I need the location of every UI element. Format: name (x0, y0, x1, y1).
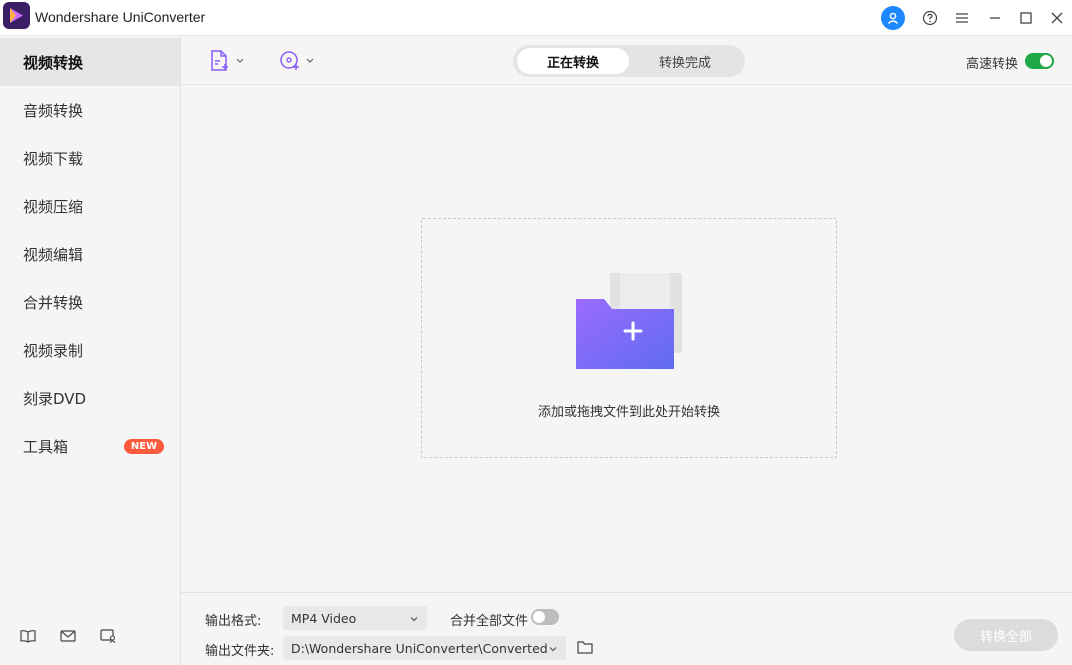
sidebar: 视频转换 音频转换 视频下载 视频压缩 视频编辑 合并转换 视频录制 刻录DVD… (0, 37, 181, 665)
output-format-select[interactable]: MP4 Video (283, 606, 427, 630)
sidebar-item-merge[interactable]: 合并转换 (0, 278, 180, 326)
mail-icon[interactable] (59, 627, 77, 645)
open-folder-icon[interactable] (577, 640, 595, 656)
new-badge: NEW (124, 439, 164, 454)
convert-all-button[interactable]: 转换全部 (954, 619, 1058, 651)
maximize-icon[interactable] (1014, 6, 1038, 30)
sidebar-item-label: 音频转换 (23, 101, 84, 120)
output-folder-select[interactable]: D:\Wondershare UniConverter\Converted (283, 636, 566, 660)
help-icon[interactable] (918, 6, 942, 30)
sidebar-item-burn-dvd[interactable]: 刻录DVD (0, 374, 180, 422)
feedback-icon[interactable] (99, 627, 117, 645)
sidebar-item-label: 合并转换 (23, 293, 84, 312)
account-icon[interactable] (881, 6, 905, 30)
status-tab-group: 正在转换 转换完成 (513, 45, 745, 77)
merge-label: 合并全部文件 (450, 614, 529, 629)
sidebar-item-label: 视频下载 (23, 149, 84, 168)
bottom-bar: 输出格式: MP4 Video 合并全部文件 输出文件夹: D:\Wonders… (181, 592, 1072, 665)
add-dvd-button[interactable] (279, 49, 319, 73)
app-title: Wondershare UniConverter (35, 9, 206, 25)
sidebar-item-label: 视频转换 (23, 53, 84, 72)
drop-zone-hint: 添加或拖拽文件到此处开始转换 (537, 405, 720, 420)
drop-zone[interactable]: 添加或拖拽文件到此处开始转换 (421, 218, 837, 458)
sidebar-item-label: 刻录DVD (23, 389, 87, 408)
add-file-button[interactable] (209, 49, 249, 73)
output-folder-path: D:\Wondershare UniConverter\Converted (291, 640, 548, 656)
minimize-icon[interactable] (983, 6, 1007, 30)
close-icon[interactable] (1045, 6, 1069, 30)
menu-icon[interactable] (950, 6, 974, 30)
sidebar-item-label: 视频压缩 (23, 197, 84, 216)
toolbar: 正在转换 转换完成 高速转换 (181, 37, 1072, 85)
high-speed-toggle[interactable] (1025, 53, 1054, 69)
tab-converting[interactable]: 正在转换 (517, 48, 629, 74)
sidebar-item-video-edit[interactable]: 视频编辑 (0, 230, 180, 278)
sidebar-item-audio-convert[interactable]: 音频转换 (0, 86, 180, 134)
output-format-value: MP4 Video (291, 610, 357, 626)
tab-finished[interactable]: 转换完成 (629, 48, 741, 74)
output-format-label: 输出格式: (205, 614, 262, 629)
app-logo-icon (3, 2, 30, 29)
sidebar-item-video-compress[interactable]: 视频压缩 (0, 182, 180, 230)
sidebar-item-toolbox[interactable]: 工具箱 NEW (0, 422, 180, 470)
book-icon[interactable] (19, 627, 37, 645)
sidebar-item-label: 视频编辑 (23, 245, 84, 264)
output-folder-label: 输出文件夹: (205, 644, 275, 659)
high-speed-label: 高速转换 (966, 57, 1019, 72)
chevron-down-icon (548, 642, 558, 657)
merge-toggle[interactable] (531, 609, 559, 625)
title-bar: Wondershare UniConverter (0, 0, 1072, 36)
sidebar-item-label: 视频录制 (23, 341, 84, 360)
sidebar-item-label: 工具箱 (23, 437, 69, 456)
sidebar-item-video-download[interactable]: 视频下载 (0, 134, 180, 182)
sidebar-item-video-convert[interactable]: 视频转换 (0, 38, 180, 86)
sidebar-item-screen-record[interactable]: 视频录制 (0, 326, 180, 374)
chevron-down-icon (409, 612, 419, 627)
main-content: 添加或拖拽文件到此处开始转换 (181, 86, 1072, 592)
add-folder-icon[interactable] (576, 273, 684, 377)
